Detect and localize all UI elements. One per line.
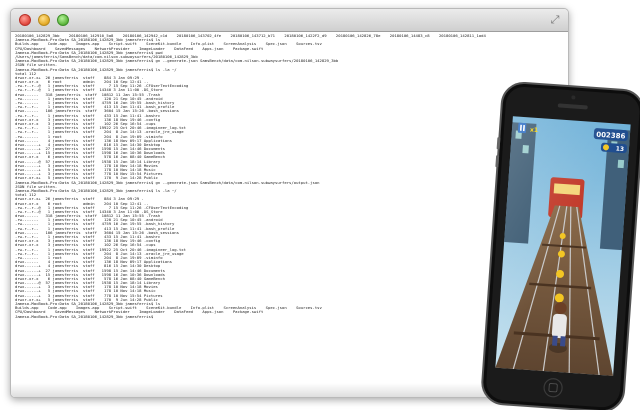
game-screen[interactable]: 002386 13 x1: [495, 116, 631, 376]
minimize-button[interactable]: [38, 14, 50, 26]
iphone-svg: 002386 13 x1: [481, 81, 640, 410]
iphone-device: 002386 13 x1: [474, 78, 640, 410]
maximize-button[interactable]: [57, 14, 69, 26]
fullscreen-arrows-icon[interactable]: ⤢: [549, 14, 561, 26]
home-button[interactable]: [543, 378, 563, 398]
window-titlebar: ⤢: [11, 9, 568, 32]
close-button[interactable]: [19, 14, 31, 26]
